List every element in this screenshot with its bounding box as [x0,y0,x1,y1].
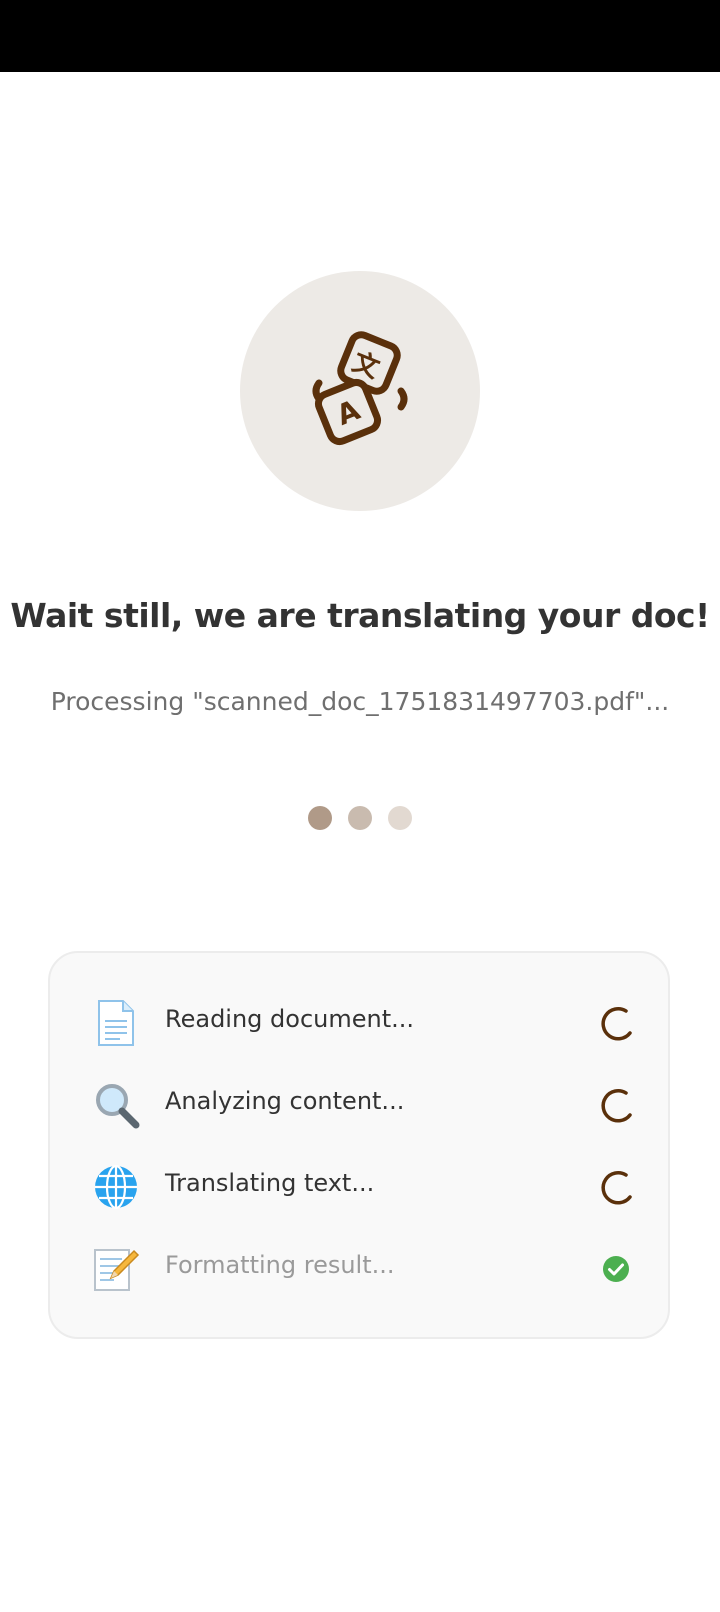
loading-dot [388,806,412,830]
step-reading: Reading document... [50,991,672,1055]
memo-icon [90,1243,142,1295]
translate-illustration: 文 A [240,271,480,511]
loading-spinner-icon [601,1171,632,1205]
step-formatting: Formatting result... [50,1237,672,1301]
step-label: Analyzing content... [165,1087,405,1115]
processing-filename: Processing "scanned_doc_1751831497703.pd… [50,687,670,716]
loading-spinner-icon [601,1089,632,1123]
loading-dot [308,806,332,830]
check-circle-icon [603,1256,629,1282]
globe-icon [90,1161,142,1213]
page-title: Wait still, we are translating your doc! [10,596,710,635]
steps-card: Reading document... Analyzing content... [48,951,670,1339]
step-translating: Translating text... [50,1155,672,1219]
loading-spinner-icon [601,1007,632,1041]
translate-icon: 文 A [312,331,408,446]
loading-dots [0,806,720,830]
magnifier-icon [90,1079,142,1131]
step-analyzing: Analyzing content... [50,1073,672,1137]
step-label: Formatting result... [165,1251,395,1279]
step-label: Translating text... [165,1169,375,1197]
step-label: Reading document... [165,1005,415,1033]
status-bar [0,0,720,72]
loading-dot [348,806,372,830]
page-icon [90,997,142,1049]
